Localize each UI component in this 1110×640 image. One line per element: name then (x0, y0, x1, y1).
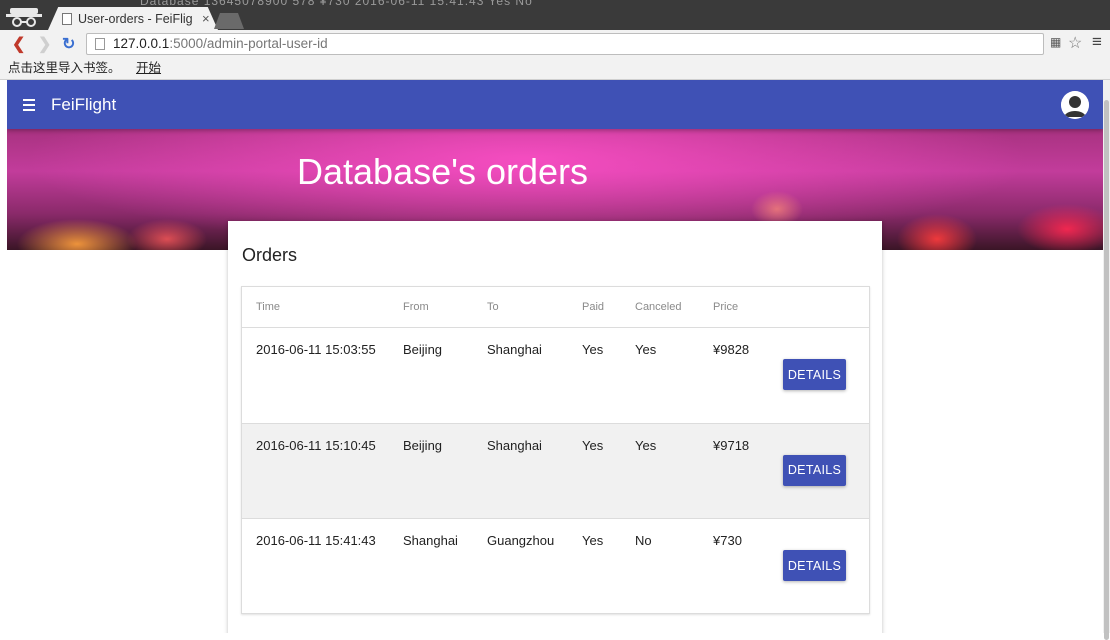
page-title: Database's orders (297, 151, 589, 192)
url-host: 127.0.0.1 (113, 36, 170, 51)
cell-paid: Yes (582, 437, 604, 453)
scrollbar-thumb[interactable] (1104, 100, 1109, 640)
forward-icon[interactable]: ❯ (38, 34, 51, 54)
card-title: Orders (242, 245, 298, 265)
cell-paid: Yes (582, 533, 604, 548)
bookmarks-start-link[interactable]: 开始 (136, 61, 161, 75)
cell-from: Beijing (403, 437, 443, 453)
cell-time: 2016-06-11 15:41:43 (256, 533, 376, 548)
details-button[interactable]: DETAILS (783, 359, 846, 390)
user-avatar-icon[interactable] (1061, 91, 1089, 119)
page-icon (95, 38, 105, 50)
table-row: 2016-06-11 15:10:45 Beijing Shanghai Yes… (242, 423, 869, 519)
address-bar[interactable]: 127.0.0.1:5000/admin-portal-user-id (86, 33, 1044, 55)
column-header-canceled: Canceled (635, 301, 682, 313)
tab-close-icon[interactable]: × (202, 11, 210, 26)
incognito-icon (6, 8, 42, 27)
tab-user-orders[interactable]: User-orders - FeiFlig × (48, 7, 218, 30)
details-button[interactable]: DETAILS (783, 454, 846, 486)
cell-from: Shanghai (403, 533, 458, 548)
hamburger-menu-icon[interactable] (23, 98, 35, 111)
details-button[interactable]: DETAILS (783, 550, 846, 581)
cell-from: Beijing (403, 342, 443, 357)
app-bar: FeiFlight (7, 80, 1103, 129)
cell-canceled: Yes (635, 437, 657, 453)
new-tab-button[interactable] (214, 13, 244, 29)
background-window-text: Database 13645078900 578 ¥730 2016-06-11… (140, 0, 533, 8)
url-path: :5000/admin-portal-user-id (169, 36, 328, 51)
cell-price: ¥730 (713, 533, 742, 548)
table-header: Time From To Paid Canceled Price (242, 287, 869, 328)
cell-price: ¥9718 (713, 437, 750, 453)
bookmark-star-icon[interactable]: ☆ (1068, 33, 1082, 53)
bookmarks-prompt: 点击这里导入书签。 (8, 61, 121, 75)
cell-canceled: Yes (635, 342, 657, 357)
cell-time: 2016-06-11 15:10:45 (256, 437, 376, 453)
reload-icon[interactable]: ↻ (62, 34, 75, 54)
browser-tab-strip: Database 13645078900 578 ¥730 2016-06-11… (0, 0, 1110, 30)
translate-icon[interactable]: ▦ (1050, 35, 1061, 49)
orders-card: Orders Time From To Paid Canceled Price … (228, 221, 882, 633)
column-header-time: Time (256, 301, 281, 313)
app-title: FeiFlight (51, 94, 117, 114)
page-content: FeiFlight Database's orders Orders Time … (7, 80, 1103, 633)
column-header-to: To (487, 301, 499, 313)
column-header-paid: Paid (582, 301, 605, 313)
page-icon (62, 12, 72, 25)
cell-canceled: No (635, 533, 652, 548)
cell-to: Shanghai (487, 342, 542, 357)
column-header-from: From (403, 301, 429, 313)
browser-menu-icon[interactable]: ≡ (1092, 32, 1102, 52)
cell-price: ¥9828 (713, 342, 750, 357)
cell-to: Guangzhou (487, 533, 555, 548)
column-header-price: Price (713, 301, 739, 313)
orders-table: Time From To Paid Canceled Price 2016-06… (241, 286, 870, 614)
tab-title: User-orders - FeiFlig (78, 11, 193, 26)
page-scrollbar[interactable] (1103, 80, 1110, 640)
table-row: 2016-06-11 15:03:55 Beijing Shanghai Yes… (242, 328, 869, 424)
bookmarks-bar: 点击这里导入书签。 开始 (0, 58, 1110, 80)
browser-toolbar: ❮ ❯ ↻ 127.0.0.1:5000/admin-portal-user-i… (0, 30, 1110, 58)
table-row: 2016-06-11 15:41:43 Shanghai Guangzhou Y… (242, 519, 869, 615)
cell-time: 2016-06-11 15:03:55 (256, 342, 376, 357)
back-icon[interactable]: ❮ (12, 34, 25, 54)
cell-to: Shanghai (487, 437, 542, 453)
cell-paid: Yes (582, 342, 604, 357)
